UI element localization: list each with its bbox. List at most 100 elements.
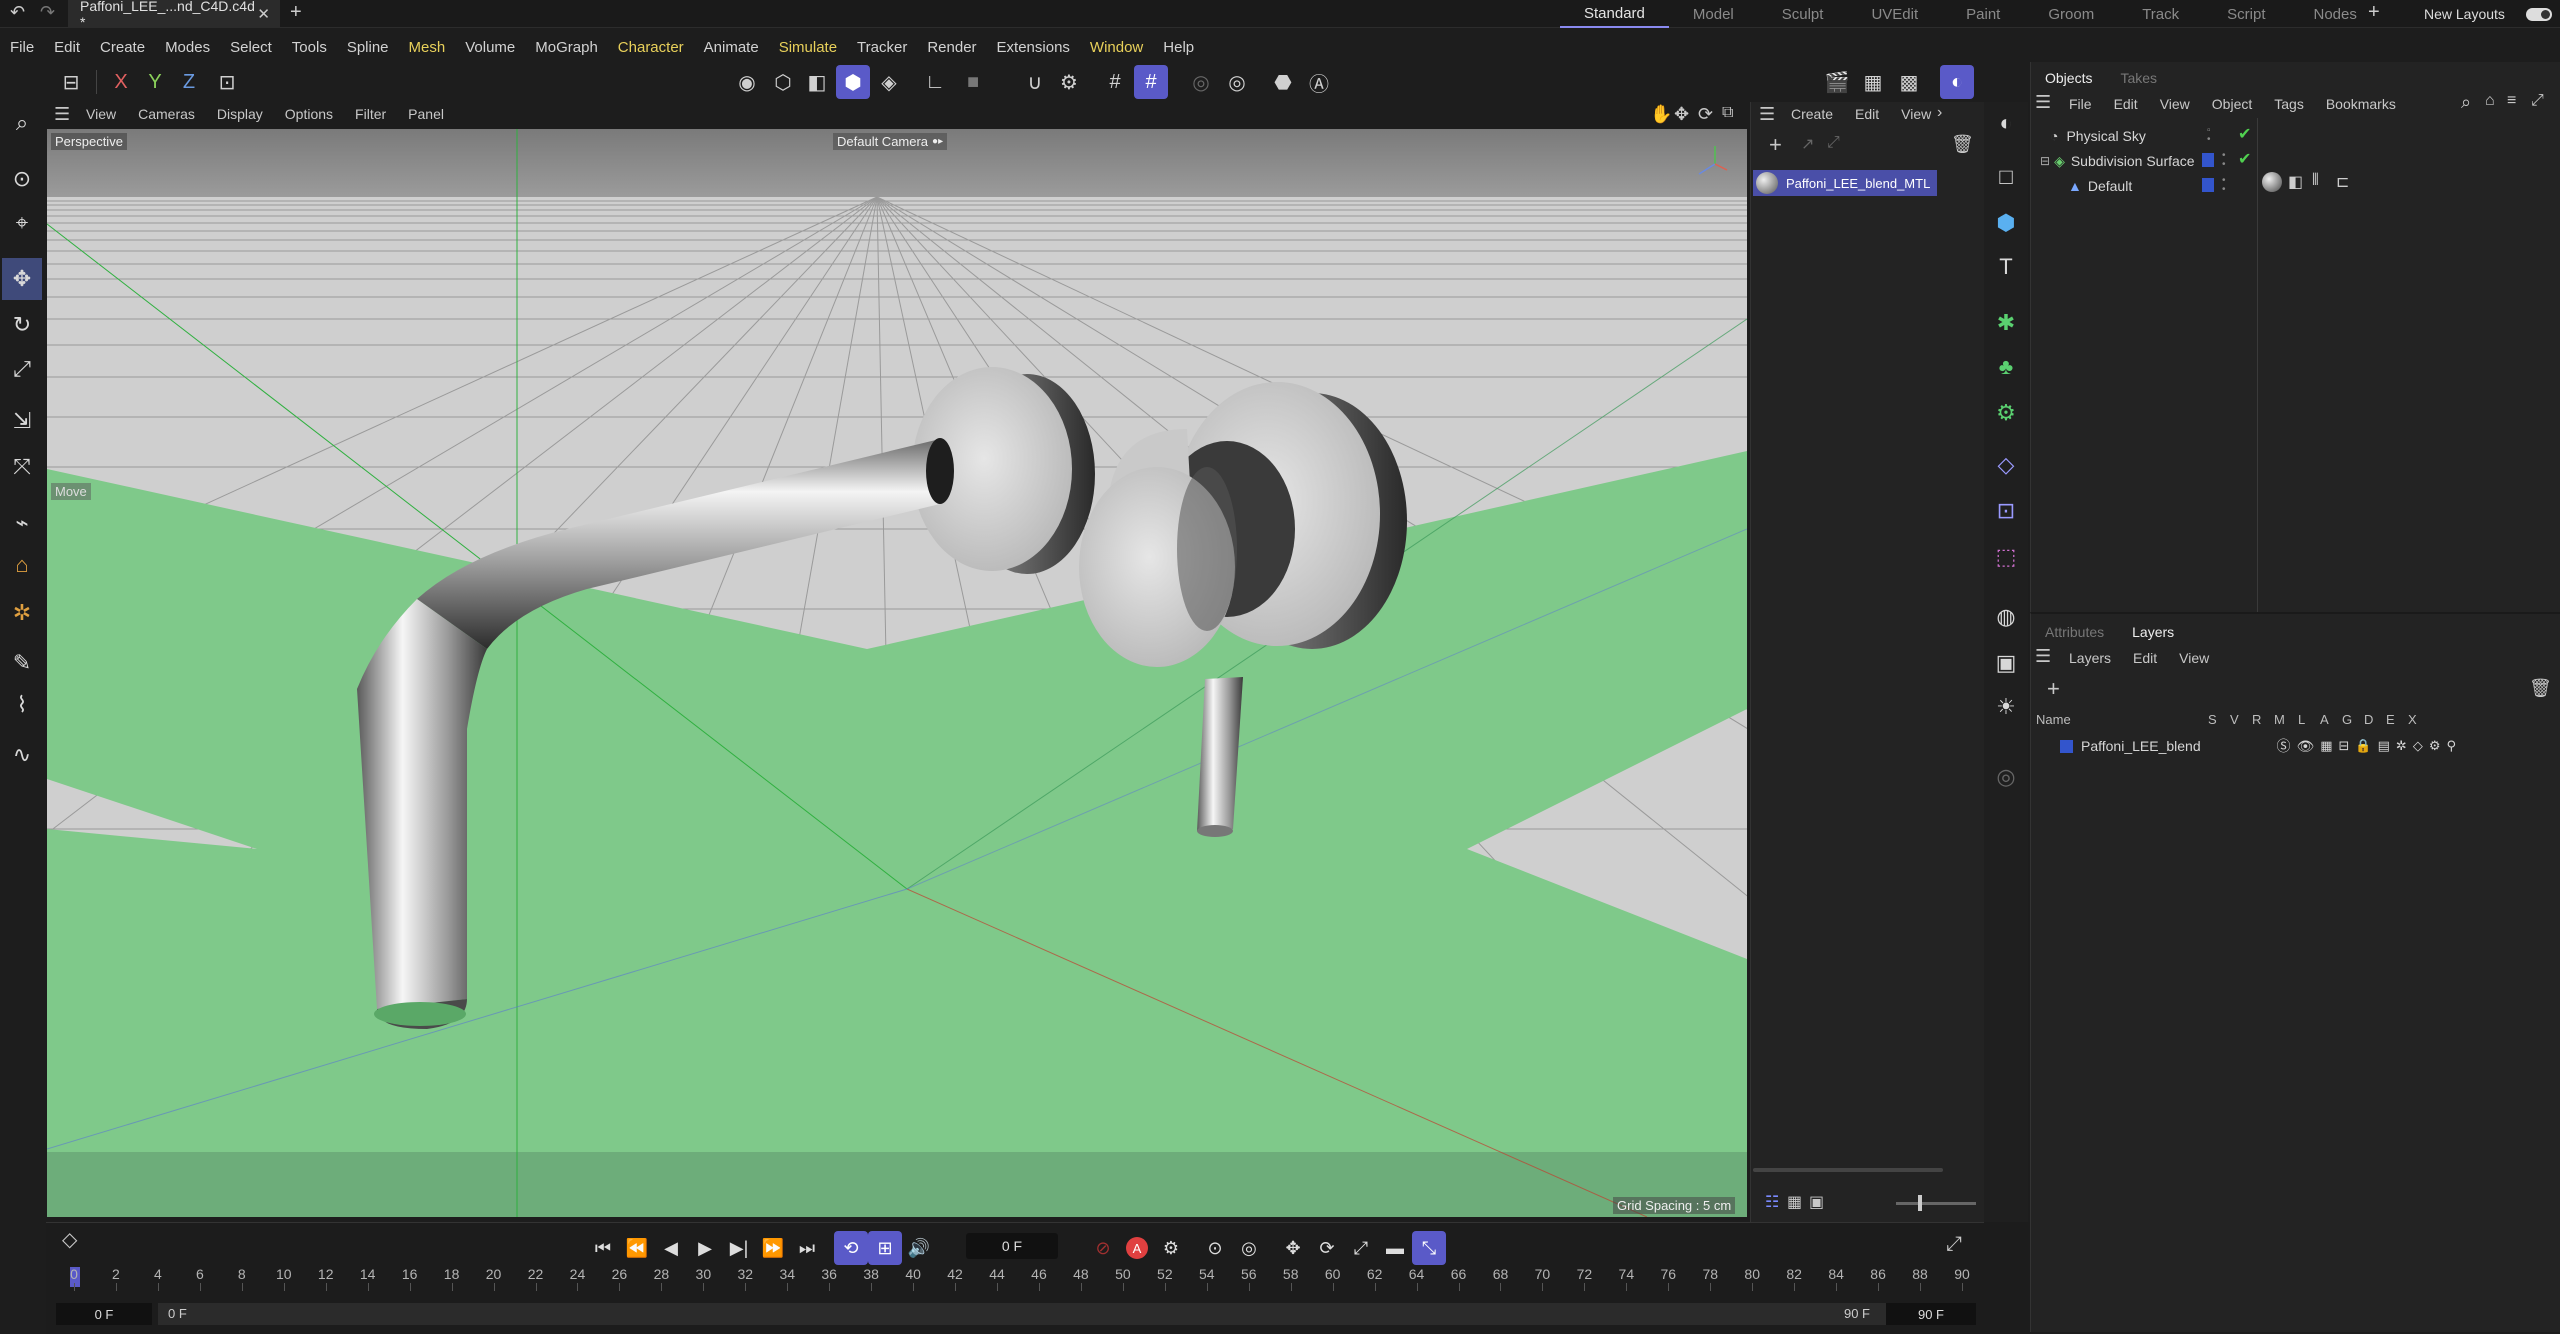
field-icon[interactable]: ⊡ [1986, 490, 2026, 532]
layout-tab-paint[interactable]: Paint [1942, 0, 2024, 28]
menu-mesh[interactable]: Mesh [399, 39, 456, 56]
generator-icon[interactable]: ✲ [2396, 738, 2407, 754]
rotate-view-icon[interactable]: ⟳ [1698, 104, 1713, 125]
layout-tab-sculpt[interactable]: Sculpt [1758, 0, 1848, 28]
layers-menu-edit[interactable]: Edit [2133, 650, 2157, 666]
tab-objects[interactable]: Objects [2031, 70, 2106, 86]
render-icon[interactable]: ▦ [2320, 738, 2332, 754]
menu-extensions[interactable]: Extensions [987, 39, 1080, 56]
layout-toggle[interactable] [2526, 8, 2552, 21]
snap-settings-icon[interactable]: ⚙ [1052, 65, 1086, 99]
chevron-right-icon[interactable]: › [1937, 104, 1942, 122]
transform-tool-icon[interactable]: ⇲ [2, 400, 42, 442]
y-axis-lock-button[interactable]: Y [138, 65, 172, 99]
menu-create[interactable]: Create [90, 39, 155, 56]
xref-icon[interactable]: ⚲ [2446, 738, 2456, 754]
selection-tag-icon[interactable]: ⊏ [2336, 172, 2349, 192]
trash-icon[interactable]: 🗑 [2529, 678, 2552, 699]
key-scale-icon[interactable]: ⤢ [1344, 1231, 1378, 1265]
menu-render[interactable]: Render [917, 39, 986, 56]
close-icon[interactable]: ✕ [257, 5, 270, 23]
menu-tracker[interactable]: Tracker [847, 39, 917, 56]
record-disabled-icon[interactable]: ⊘ [1086, 1231, 1120, 1265]
preview-range-icon[interactable]: ⊞ [868, 1231, 902, 1265]
start-frame-field[interactable]: 0 F [56, 1303, 152, 1325]
end-frame-field[interactable]: 90 F [1886, 1303, 1976, 1325]
paint-tool-icon[interactable]: ✲ [2, 592, 42, 634]
material-menu-edit[interactable]: Edit [1855, 106, 1879, 122]
extrude-tool-icon[interactable]: ⌂ [2, 544, 42, 586]
current-frame-field[interactable]: 0 F [966, 1233, 1058, 1259]
spline-icon[interactable]: ⬚ [1986, 536, 2026, 578]
autokey-record-icon[interactable]: A [1120, 1231, 1154, 1265]
enabled-check-icon[interactable]: ✔ [2238, 149, 2251, 169]
layers-menu-layers[interactable]: Layers [2069, 650, 2111, 666]
model-mode-icon[interactable]: ⬢ [836, 65, 870, 99]
workplane-icon[interactable]: # [1134, 65, 1168, 99]
polygons-mode-icon[interactable]: ◧ [800, 65, 834, 99]
collapse-icon[interactable]: ⊟ [2040, 154, 2050, 168]
layout-tab-track[interactable]: Track [2118, 0, 2203, 28]
key-position-icon[interactable]: ⊙ [1198, 1231, 1232, 1265]
cloner-icon[interactable]: ♣ [1986, 346, 2026, 388]
material-menu-view[interactable]: View [1901, 106, 1931, 122]
viewport-menu-icon[interactable]: ☰ [54, 104, 70, 125]
move-tool-icon[interactable]: ✥ [2, 258, 42, 300]
tab-takes[interactable]: Takes [2106, 70, 2171, 86]
add-layer-icon[interactable]: + [2047, 676, 2060, 702]
key-rotate-icon[interactable]: ⟳ [1310, 1231, 1344, 1265]
layout-tab-uvedit[interactable]: UVEdit [1847, 0, 1942, 28]
solo-icon[interactable]: Ⓢ [2276, 736, 2290, 756]
range-slider[interactable]: 0 F 90 F [158, 1303, 1888, 1325]
expand-panel-icon[interactable]: ⤢ [2531, 92, 2544, 110]
layers-menu-icon[interactable]: ☰ [2035, 646, 2051, 667]
grid-view-icon[interactable]: ▦ [1787, 1192, 1802, 1212]
key-pla-icon[interactable]: ⤡ [1412, 1231, 1446, 1265]
light-object-icon[interactable]: ☀ [1986, 686, 2026, 728]
keyframe-settings-icon[interactable]: ⚙ [1154, 1231, 1188, 1265]
edges-mode-icon[interactable]: ⬡ [766, 65, 800, 99]
menu-help[interactable]: Help [1153, 39, 1204, 56]
undo-icon[interactable]: ↶ [10, 2, 25, 23]
render-picture-viewer-icon[interactable]: ▦ [1856, 65, 1890, 99]
timeline-ruler[interactable] [70, 1263, 1966, 1297]
tab-attributes[interactable]: Attributes [2031, 624, 2118, 640]
knife-tool-icon[interactable]: ⌁ [2, 502, 42, 544]
timeline-graph-icon[interactable]: ⤢ [1946, 1233, 1962, 1256]
disabled-tool-icon[interactable]: ◎ [1986, 756, 2026, 798]
viewport-solo-icon[interactable]: ◎ [1184, 65, 1218, 99]
object-mode-icon[interactable]: ⊟ [54, 65, 88, 99]
lock-icon[interactable]: 🔒 [2355, 738, 2371, 754]
filter-icon[interactable]: ≡ [2507, 92, 2516, 110]
viewport-menu-view[interactable]: View [86, 106, 116, 122]
key-param-icon[interactable]: ▬ [1378, 1231, 1412, 1265]
go-to-end-icon[interactable]: ⏭ [790, 1231, 824, 1265]
uv-mode-icon[interactable]: ◈ [872, 65, 906, 99]
axis-mode-icon[interactable]: ∟ [918, 65, 952, 99]
objects-menu-edit[interactable]: Edit [2114, 96, 2138, 112]
material-edit-icon[interactable]: ↗ [1801, 134, 1814, 154]
points-mode-icon[interactable]: ◉ [730, 65, 764, 99]
manager-icon[interactable]: ⊟ [2339, 738, 2350, 754]
add-material-icon[interactable]: + [1769, 132, 1782, 158]
snap-magnet-icon[interactable]: ∪ [1018, 65, 1052, 99]
brush-tool-icon[interactable]: ✎ [2, 642, 42, 684]
placement-tool-icon[interactable]: ⤧ [2, 446, 42, 488]
layers-menu-view[interactable]: View [2179, 650, 2209, 666]
view-icon[interactable]: ◐ [1986, 102, 2026, 144]
layer-row[interactable]: Paffoni_LEE_blend Ⓢ 👁 ▦ ⊟ 🔒 ▤ ✲ ◇ ⚙ ⚲ [2040, 734, 2550, 758]
redshift-icon[interactable]: ◐ [1940, 65, 1974, 99]
menu-mograph[interactable]: MoGraph [525, 39, 608, 56]
layout-tab-groom[interactable]: Groom [2024, 0, 2118, 28]
material-menu-create[interactable]: Create [1791, 106, 1833, 122]
expression-icon[interactable]: ⚙ [2429, 738, 2441, 754]
null-object-icon[interactable]: □ [1986, 156, 2026, 198]
uvw-tag-icon[interactable]: ⫴ [2312, 172, 2319, 190]
projection-label[interactable]: Perspective [51, 133, 127, 150]
solo-mode-icon[interactable]: ■ [956, 65, 990, 99]
spline-pen-icon[interactable]: ∿ [2, 734, 42, 776]
menu-character[interactable]: Character [608, 39, 694, 56]
menu-modes[interactable]: Modes [155, 39, 220, 56]
list-view-icon[interactable]: ☷ [1765, 1192, 1779, 1212]
objects-menu-view[interactable]: View [2160, 96, 2190, 112]
